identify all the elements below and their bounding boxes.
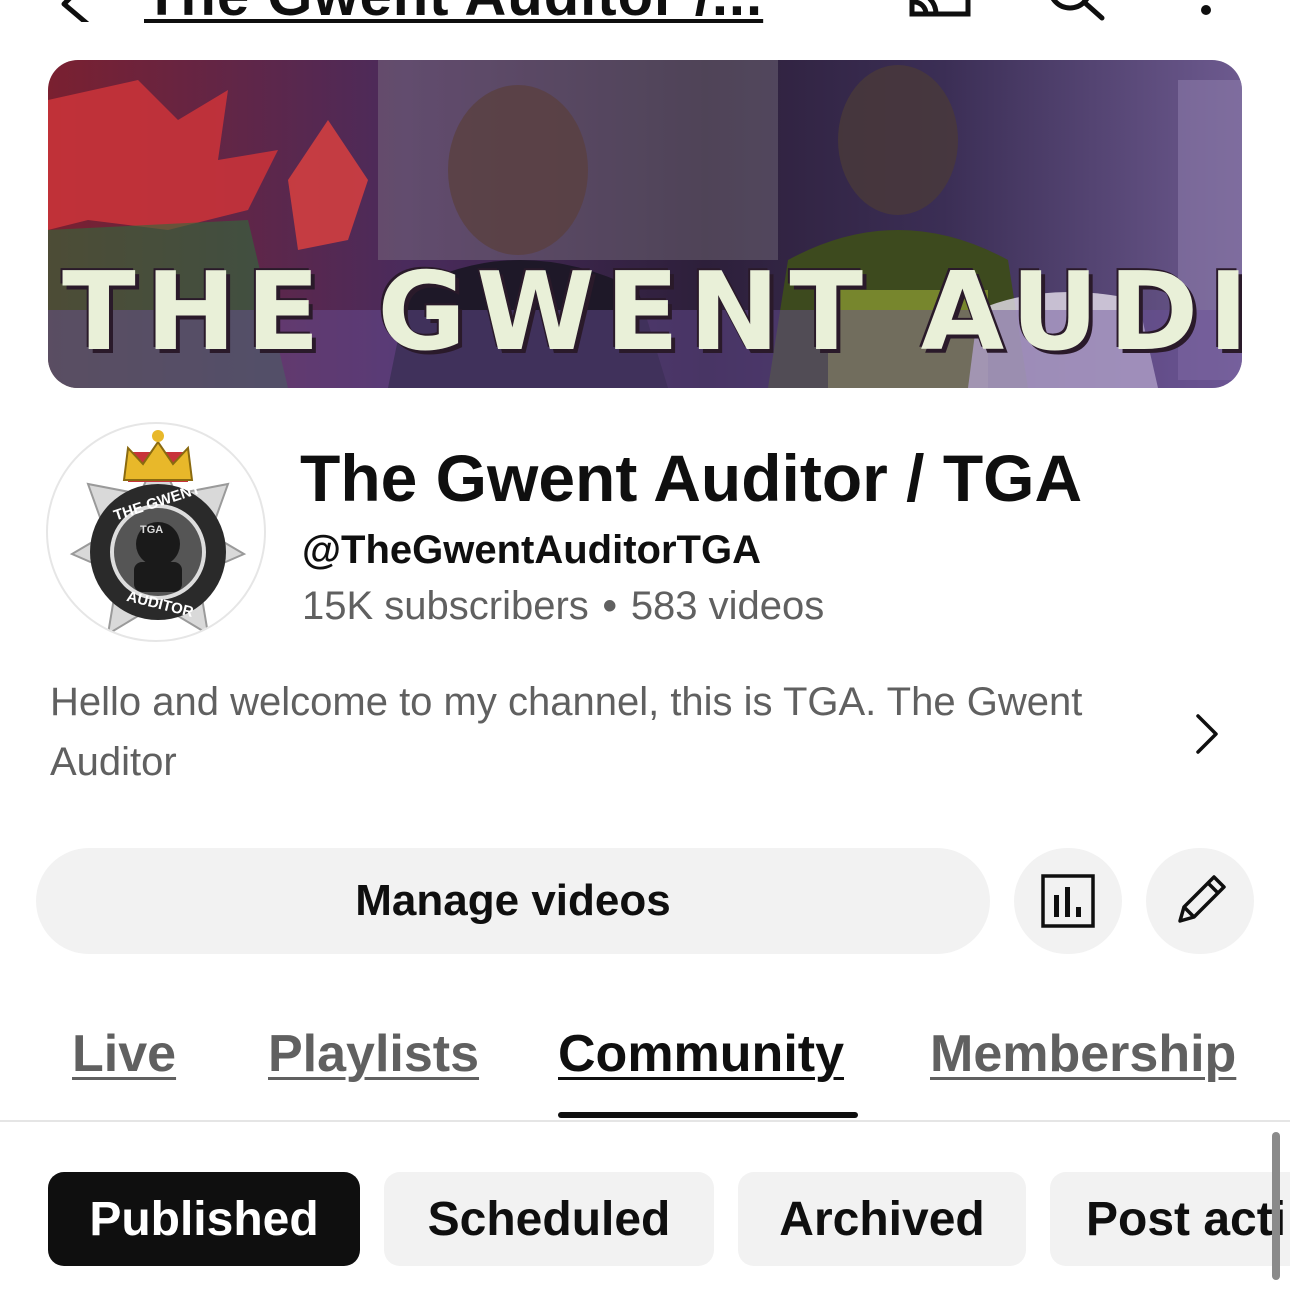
pencil-icon <box>1178 875 1226 923</box>
subscriber-count: 15K subscribers <box>302 584 589 628</box>
tab-membership[interactable]: Membership <box>930 1024 1236 1084</box>
top-app-bar: The Gwent Auditor /... <box>0 0 1290 30</box>
analytics-icon <box>1041 874 1095 928</box>
chevron-right-icon[interactable] <box>1186 712 1226 756</box>
edit-channel-button[interactable] <box>1146 848 1254 954</box>
active-tab-indicator <box>558 1112 858 1118</box>
channel-banner: THE GWENT AUDITO <box>48 60 1242 388</box>
tab-live[interactable]: Live <box>72 1024 176 1084</box>
more-options-icon[interactable] <box>1190 0 1220 20</box>
banner-title-text: THE GWENT AUDITO <box>62 250 1242 375</box>
channel-name: The Gwent Auditor / TGA <box>300 441 1083 515</box>
search-icon[interactable] <box>1040 0 1110 22</box>
video-count: 583 videos <box>630 584 825 628</box>
analytics-button[interactable] <box>1014 848 1122 954</box>
channel-description[interactable]: Hello and welcome to my channel, this is… <box>50 672 1110 792</box>
channel-handle: @TheGwentAuditorTGA <box>302 528 761 572</box>
avatar-inner-text: TGA <box>140 524 164 536</box>
chip-published[interactable]: Published <box>48 1172 360 1266</box>
channel-tabs: Live Playlists Community Membership <box>0 1010 1290 1122</box>
chip-archived[interactable]: Archived <box>738 1172 1026 1266</box>
tab-community[interactable]: Community <box>558 1024 844 1084</box>
tab-playlists[interactable]: Playlists <box>268 1024 479 1084</box>
chip-post-activity[interactable]: Post acti <box>1050 1172 1290 1266</box>
cast-icon[interactable] <box>908 0 978 20</box>
chip-scheduled[interactable]: Scheduled <box>384 1172 714 1266</box>
top-bar-title[interactable]: The Gwent Auditor /... <box>144 0 763 29</box>
manage-videos-button[interactable]: Manage videos <box>36 848 990 954</box>
back-arrow-icon[interactable] <box>50 0 110 29</box>
channel-stats: 15K subscribers • 583 videos <box>302 584 824 629</box>
scrollbar[interactable] <box>1272 1132 1280 1280</box>
channel-avatar[interactable]: THE GWENT AUDITOR TGA <box>46 422 266 642</box>
stats-separator: • <box>602 584 617 628</box>
